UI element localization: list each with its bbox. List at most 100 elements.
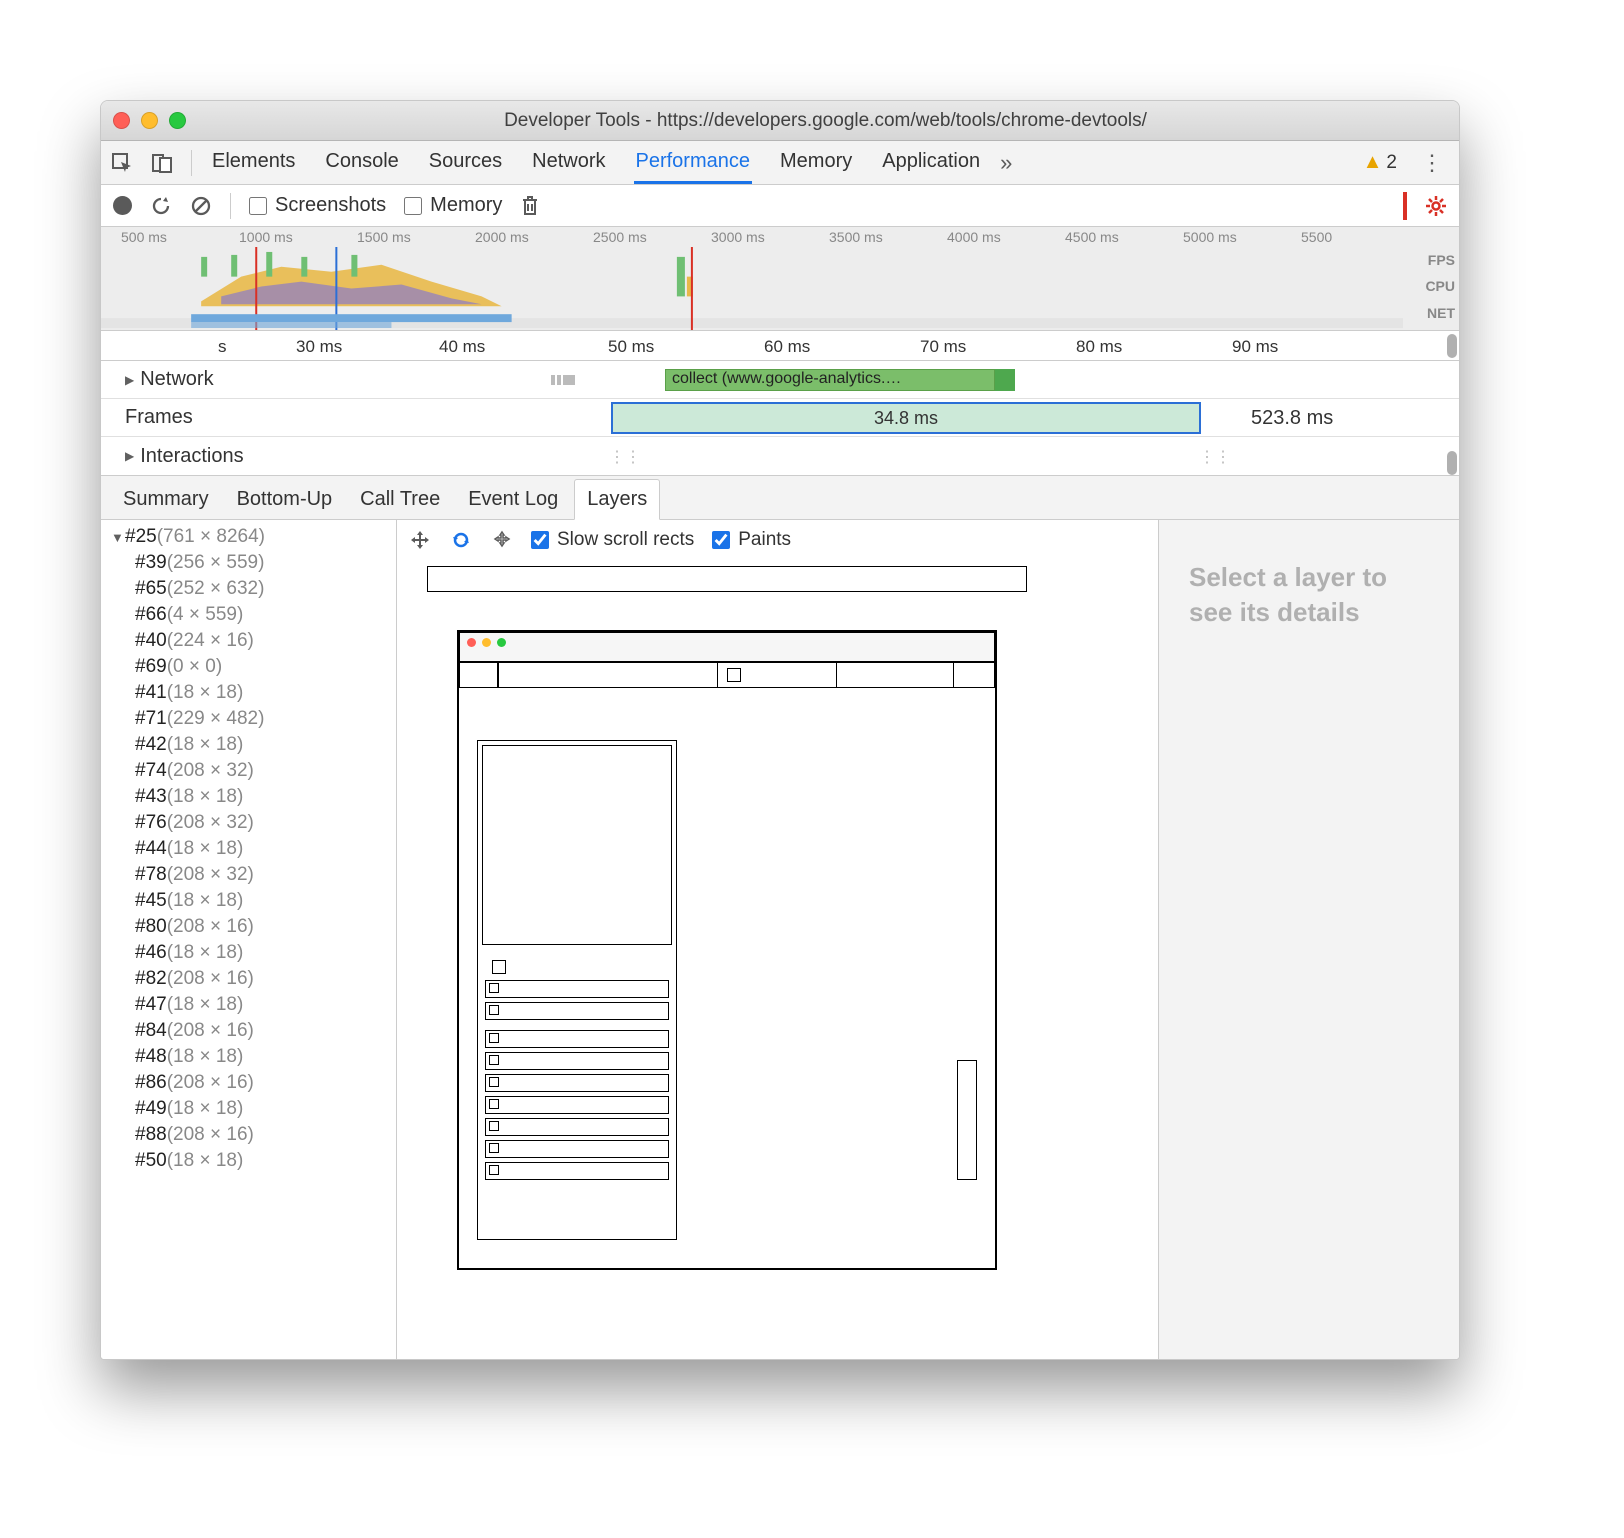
layer-tree-item[interactable]: #46(18 × 18) <box>101 940 396 966</box>
frames-track[interactable]: Frames 34.8 ms 523.8 ms <box>101 399 1459 437</box>
layer-tree-item[interactable]: #47(18 × 18) <box>101 992 396 1018</box>
pan-icon[interactable] <box>409 529 431 551</box>
scrollbar-thumb[interactable] <box>1447 334 1457 358</box>
overview-label: CPU <box>1407 278 1455 294</box>
warning-count: 2 <box>1386 152 1397 174</box>
tab-performance[interactable]: Performance <box>634 142 753 184</box>
close-icon[interactable] <box>113 112 130 129</box>
timeline-tracks: ▶Network collect (www.google-analytics.…… <box>101 361 1459 476</box>
layer-tree-item[interactable]: #78(208 × 32) <box>101 862 396 888</box>
drag-dots-icon: ⋮⋮ <box>609 447 641 467</box>
ruler-tick: 90 ms <box>1232 337 1278 357</box>
record-button[interactable] <box>113 196 132 215</box>
overview-label: FPS <box>1407 252 1455 268</box>
ruler-tick: 70 ms <box>920 337 966 357</box>
tab-console[interactable]: Console <box>323 142 400 184</box>
layer-tree-item[interactable]: #50(18 × 18) <box>101 1148 396 1174</box>
tab-memory[interactable]: Memory <box>778 142 854 184</box>
layer-tree-item[interactable]: #43(18 × 18) <box>101 784 396 810</box>
layer-tree-item[interactable]: #76(208 × 32) <box>101 810 396 836</box>
layer-tree-item[interactable]: #71(229 × 482) <box>101 706 396 732</box>
rotate-icon[interactable] <box>449 529 473 551</box>
frame-bar[interactable]: 34.8 ms <box>611 402 1201 434</box>
drag-dots-icon: ⋮⋮ <box>1199 447 1231 467</box>
timeline-overview[interactable]: 500 ms1000 ms1500 ms2000 ms2500 ms3000 m… <box>101 227 1459 331</box>
layer-tree-item[interactable]: #65(252 × 632) <box>101 576 396 602</box>
layer-tree-item[interactable]: #40(224 × 16) <box>101 628 396 654</box>
ruler-tick: 40 ms <box>439 337 485 357</box>
separator <box>230 193 231 219</box>
tab-application[interactable]: Application <box>880 142 982 184</box>
panel-tabs: Elements Console Sources Network Performance… <box>210 142 982 184</box>
reload-icon[interactable] <box>150 195 172 217</box>
ruler-tick: 30 ms <box>296 337 342 357</box>
separator <box>191 150 192 176</box>
layer-tree-item[interactable]: #80(208 × 16) <box>101 914 396 940</box>
paints-checkbox[interactable]: Paints <box>712 529 791 551</box>
timeline-ruler[interactable]: s30 ms40 ms50 ms60 ms70 ms80 ms90 ms <box>101 331 1459 361</box>
layer-viewer: Slow scroll rects Paints <box>397 520 1459 1359</box>
layer-tree-item[interactable]: #44(18 × 18) <box>101 836 396 862</box>
layer-tree-item[interactable]: ▼#25(761 × 8264) <box>101 524 396 550</box>
network-track[interactable]: ▶Network collect (www.google-analytics.… <box>101 361 1459 399</box>
ruler-tick: 50 ms <box>608 337 654 357</box>
next-frame-label: 523.8 ms <box>1251 407 1333 430</box>
layer-tree-item[interactable]: #39(256 × 559) <box>101 550 396 576</box>
zoom-icon[interactable] <box>169 112 186 129</box>
layers-canvas[interactable] <box>397 560 1158 1359</box>
performance-toolbar: Screenshots Memory <box>101 185 1459 227</box>
subtab-summary[interactable]: Summary <box>111 480 221 519</box>
net-mini <box>551 375 575 385</box>
minimize-icon[interactable] <box>141 112 158 129</box>
layer-tree-item[interactable]: #66(4 × 559) <box>101 602 396 628</box>
layer-tree-item[interactable]: #42(18 × 18) <box>101 732 396 758</box>
more-tabs-icon[interactable]: » <box>1000 150 1012 176</box>
layer-tree-item[interactable]: #41(18 × 18) <box>101 680 396 706</box>
overview-tick: 3000 ms <box>711 229 765 245</box>
tab-sources[interactable]: Sources <box>427 142 504 184</box>
capture-settings-icon[interactable] <box>1425 195 1447 217</box>
overview-labels: FPSCPUNET <box>1403 227 1459 330</box>
tab-network[interactable]: Network <box>530 142 607 184</box>
interactions-track[interactable]: ▶Interactions ⋮⋮ ⋮⋮ <box>101 437 1459 475</box>
layer-tree-item[interactable]: #48(18 × 18) <box>101 1044 396 1070</box>
clear-icon[interactable] <box>190 195 212 217</box>
subtab-bottom-up[interactable]: Bottom-Up <box>225 480 345 519</box>
slow-scroll-checkbox[interactable]: Slow scroll rects <box>531 529 694 551</box>
expand-icon[interactable]: ▶ <box>125 373 134 387</box>
scrollbar-thumb[interactable] <box>1447 451 1457 475</box>
overview-tick: 4500 ms <box>1065 229 1119 245</box>
subtab-call-tree[interactable]: Call Tree <box>348 480 452 519</box>
overview-tick: 500 ms <box>121 229 167 245</box>
overview-tick: 3500 ms <box>829 229 883 245</box>
settings-menu-icon[interactable]: ⋮ <box>1415 150 1449 176</box>
memory-checkbox[interactable]: Memory <box>404 194 502 217</box>
layer-tree-item[interactable]: #69(0 × 0) <box>101 654 396 680</box>
layer-tree-item[interactable]: #49(18 × 18) <box>101 1096 396 1122</box>
overview-tick: 5500 <box>1301 229 1332 245</box>
overview-tick: 2000 ms <box>475 229 529 245</box>
details-tabs: SummaryBottom-UpCall TreeEvent LogLayers <box>101 476 1459 520</box>
network-request-tail <box>995 369 1015 391</box>
tab-elements[interactable]: Elements <box>210 142 297 184</box>
layer-tree[interactable]: ▼#25(761 × 8264)#39(256 × 559)#65(252 × … <box>101 520 397 1359</box>
layer-tree-item[interactable]: #86(208 × 16) <box>101 1070 396 1096</box>
layer-tree-item[interactable]: #74(208 × 32) <box>101 758 396 784</box>
network-request-bar[interactable]: collect (www.google-analytics.… <box>665 369 995 391</box>
layer-tree-item[interactable]: #45(18 × 18) <box>101 888 396 914</box>
device-toggle-icon[interactable] <box>151 152 173 174</box>
screenshots-checkbox[interactable]: Screenshots <box>249 194 386 217</box>
subtab-event-log[interactable]: Event Log <box>456 480 570 519</box>
layer-tree-item[interactable]: #82(208 × 16) <box>101 966 396 992</box>
layer-tree-item[interactable]: #88(208 × 16) <box>101 1122 396 1148</box>
inspect-icon[interactable] <box>111 152 133 174</box>
main-toolbar: Elements Console Sources Network Performance… <box>101 141 1459 185</box>
overview-tick: 1000 ms <box>239 229 293 245</box>
reset-icon[interactable] <box>491 529 513 551</box>
warnings-badge[interactable]: ▲ 2 <box>1363 151 1397 174</box>
subtab-layers[interactable]: Layers <box>574 479 660 520</box>
layer-tree-item[interactable]: #84(208 × 16) <box>101 1018 396 1044</box>
layers-toolbar: Slow scroll rects Paints <box>397 520 1158 560</box>
expand-icon[interactable]: ▶ <box>125 449 134 463</box>
trash-icon[interactable] <box>520 195 540 217</box>
